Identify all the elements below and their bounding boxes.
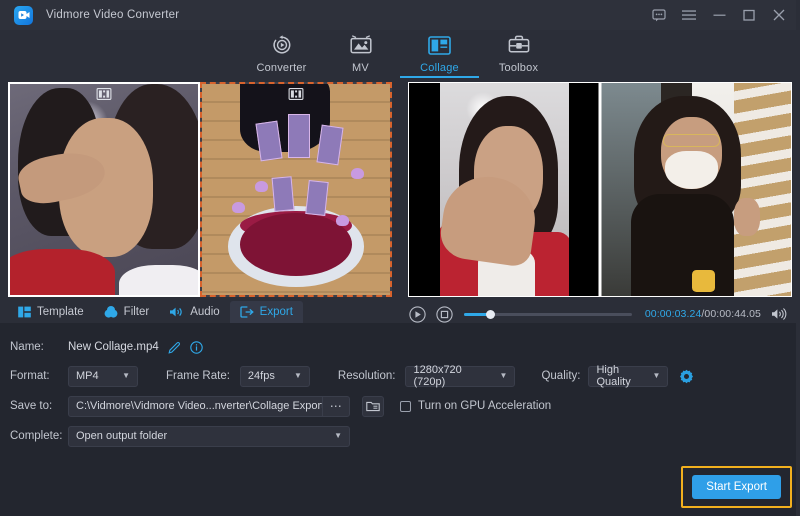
save-to-path-field[interactable]: C:\Vidmore\Vidmore Video...nverter\Colla… [68, 396, 350, 417]
editor-tab-template[interactable]: Template [8, 301, 94, 323]
template-icon [18, 306, 31, 318]
filter-icon [104, 306, 118, 318]
chevron-down-icon: ▼ [645, 372, 661, 380]
output-name-value: New Collage.mp4 [68, 341, 159, 353]
gear-icon[interactable] [677, 367, 695, 385]
collage-cell-left-media [10, 84, 198, 295]
collage-cell-left[interactable] [8, 82, 200, 297]
collage-cell-right-media [202, 84, 390, 295]
format-label: Format: [10, 370, 58, 382]
complete-action-select[interactable]: Open output folder ▼ [68, 426, 350, 447]
export-settings-panel: Name: New Collage.mp4 Format: MP4 ▼ [0, 323, 800, 516]
preview-divider [599, 83, 602, 296]
filmstrip-icon[interactable] [289, 87, 304, 99]
seek-slider[interactable] [464, 305, 632, 323]
gpu-acceleration-checkbox[interactable] [400, 401, 411, 412]
window-edge [796, 0, 800, 516]
tab-converter[interactable]: Converter [242, 30, 321, 78]
mv-icon [349, 33, 373, 57]
tab-toolbox[interactable]: Toolbox [479, 30, 558, 78]
quality-select[interactable]: High Quality ▼ [588, 366, 668, 387]
main-nav-tabs: Converter MV [0, 30, 800, 78]
editor-tab-export-label: Export [260, 306, 293, 318]
volume-icon[interactable] [770, 305, 788, 323]
collage-cell-right[interactable] [200, 82, 392, 297]
editor-tab-export[interactable]: Export [230, 301, 303, 323]
save-to-row: Save to: C:\Vidmore\Vidmore Video...nver… [0, 391, 800, 421]
feedback-icon[interactable] [644, 0, 674, 30]
collage-canvas [8, 82, 392, 297]
title-bar: Vidmore Video Converter [0, 0, 800, 30]
collage-icon [428, 33, 451, 57]
play-icon[interactable] [408, 305, 426, 323]
name-row: Name: New Collage.mp4 [0, 333, 800, 361]
tab-mv[interactable]: MV [321, 30, 400, 78]
format-select[interactable]: MP4 ▼ [68, 366, 138, 387]
chevron-down-icon: ▼ [114, 372, 130, 380]
toolbox-icon [508, 33, 530, 57]
start-export-highlight: Start Export [681, 466, 792, 508]
tab-toolbox-label: Toolbox [499, 62, 538, 74]
chevron-down-icon: ▼ [326, 432, 342, 440]
gpu-acceleration-label: Turn on GPU Acceleration [418, 400, 551, 412]
close-icon[interactable] [764, 0, 794, 30]
quality-value: High Quality [596, 364, 644, 388]
name-label: Name: [10, 341, 58, 353]
tab-converter-label: Converter [256, 62, 306, 74]
format-row: Format: MP4 ▼ Frame Rate: 24fps ▼ Resolu… [0, 361, 800, 391]
browse-button[interactable]: ⋯ [322, 396, 349, 417]
quality-label: Quality: [541, 370, 580, 382]
editor-tab-filter-label: Filter [124, 306, 150, 318]
player-timecode: 00:00:03.24/00:00:44.05 [645, 308, 761, 320]
save-to-path-value: C:\Vidmore\Vidmore Video...nverter\Colla… [76, 400, 322, 412]
chevron-down-icon: ▼ [492, 372, 508, 380]
app-title: Vidmore Video Converter [46, 9, 179, 21]
audio-icon [169, 306, 184, 318]
total-time: 00:00:44.05 [704, 308, 761, 320]
frame-rate-label: Frame Rate: [166, 370, 230, 382]
editor-tab-audio-label: Audio [190, 306, 219, 318]
app-window: Vidmore Video Converter [0, 0, 800, 516]
window-controls [644, 0, 794, 30]
complete-action-value: Open output folder [76, 430, 167, 442]
export-icon [240, 306, 254, 318]
resolution-value: 1280x720 (720p) [413, 364, 491, 388]
frame-rate-value: 24fps [248, 370, 275, 382]
menu-icon[interactable] [674, 0, 704, 30]
vidmore-logo-icon [14, 6, 33, 25]
pencil-icon[interactable] [166, 338, 184, 356]
chevron-down-icon: ▼ [286, 372, 302, 380]
stop-icon[interactable] [435, 305, 453, 323]
preview-cell-left [409, 83, 600, 296]
editor-tab-audio[interactable]: Audio [159, 301, 229, 323]
minimize-icon[interactable] [704, 0, 734, 30]
main-content: Template Filter [0, 78, 800, 323]
tab-collage[interactable]: Collage [400, 30, 479, 78]
current-time: 00:00:03.24 [645, 308, 702, 320]
preview-pane: 00:00:03.24/00:00:44.05 [408, 82, 800, 323]
tab-mv-label: MV [352, 62, 369, 74]
editor-tab-template-label: Template [37, 306, 84, 318]
resolution-select[interactable]: 1280x720 (720p) ▼ [405, 366, 515, 387]
collage-editor-pane: Template Filter [8, 82, 400, 323]
editor-toolbar: Template Filter [8, 301, 392, 323]
converter-icon [271, 33, 293, 57]
resolution-label: Resolution: [338, 370, 396, 382]
complete-row: Complete: Open output folder ▼ [0, 421, 800, 451]
save-to-label: Save to: [10, 400, 58, 412]
start-export-button[interactable]: Start Export [692, 475, 781, 499]
seek-handle[interactable] [486, 310, 495, 319]
maximize-icon[interactable] [734, 0, 764, 30]
video-preview[interactable] [408, 82, 792, 297]
editor-tab-filter[interactable]: Filter [94, 301, 160, 323]
format-value: MP4 [76, 370, 99, 382]
info-icon[interactable] [188, 338, 206, 356]
tab-collage-label: Collage [420, 62, 459, 74]
filmstrip-icon[interactable] [97, 87, 112, 99]
frame-rate-select[interactable]: 24fps ▼ [240, 366, 310, 387]
folder-icon[interactable] [362, 396, 384, 417]
complete-label: Complete: [10, 430, 58, 442]
preview-cell-right [600, 83, 791, 296]
